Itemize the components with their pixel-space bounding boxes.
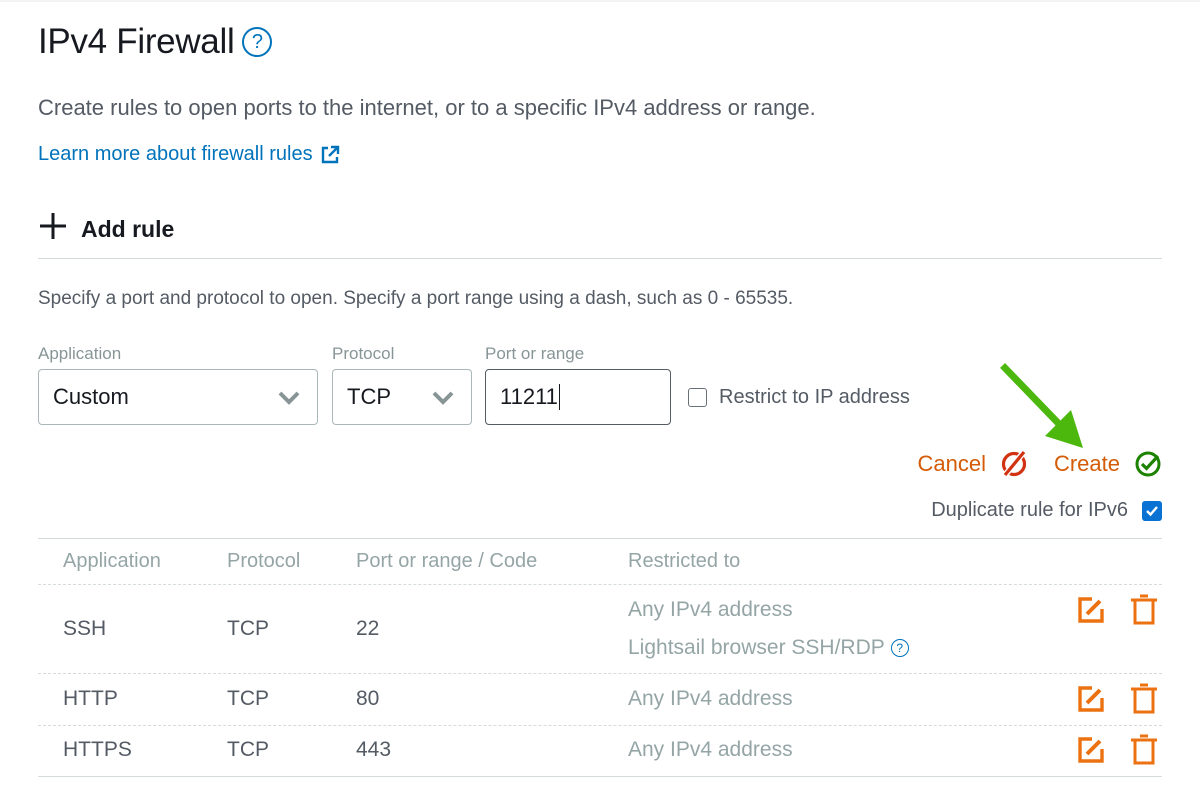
cell-restricted: Any IPv4 address bbox=[628, 687, 793, 710]
learn-more-link[interactable]: Learn more about firewall rules bbox=[38, 143, 340, 166]
cancel-button[interactable]: Cancel bbox=[917, 451, 985, 477]
checkbox-checked[interactable] bbox=[1142, 500, 1162, 521]
external-link-icon bbox=[321, 145, 339, 163]
section-header: IPv4 Firewall ? bbox=[38, 22, 273, 62]
add-rule-button[interactable]: Add rule bbox=[38, 211, 174, 247]
protocol-select[interactable]: TCP bbox=[332, 369, 472, 425]
edit-icon[interactable] bbox=[1076, 684, 1106, 714]
add-rule-label: Add rule bbox=[81, 215, 175, 242]
cancel-icon[interactable] bbox=[1000, 450, 1028, 478]
header-divider bbox=[38, 584, 1162, 585]
table-top-border bbox=[38, 538, 1162, 539]
column-header-protocol: Protocol bbox=[227, 550, 301, 572]
cell-protocol: TCP bbox=[227, 617, 269, 640]
application-select[interactable]: Custom bbox=[38, 369, 318, 425]
application-value: Custom bbox=[53, 384, 129, 409]
checkmark-icon bbox=[1146, 505, 1158, 516]
rule-instructions: Specify a port and protocol to open. Spe… bbox=[38, 288, 794, 309]
duplicate-ipv6-checkbox[interactable]: Duplicate rule for IPv6 bbox=[931, 499, 1162, 522]
browser-ssh-label: Lightsail browser SSH/RDP bbox=[628, 636, 885, 659]
protocol-value: TCP bbox=[347, 384, 391, 409]
protocol-label: Protocol bbox=[332, 344, 395, 363]
edit-icon[interactable] bbox=[1076, 595, 1106, 625]
port-label: Port or range bbox=[485, 344, 585, 363]
divider bbox=[38, 258, 1162, 259]
row-actions bbox=[1076, 734, 1158, 766]
delete-icon[interactable] bbox=[1130, 683, 1158, 715]
delete-icon[interactable] bbox=[1130, 594, 1158, 626]
duplicate-label: Duplicate rule for IPv6 bbox=[931, 499, 1128, 521]
restrict-label: Restrict to IP address bbox=[719, 386, 910, 408]
checkbox-unchecked[interactable] bbox=[688, 388, 707, 407]
cell-restricted: Any IPv4 address bbox=[628, 738, 793, 761]
chevron-down-icon bbox=[278, 391, 300, 405]
restrict-to-ip-checkbox[interactable]: Restrict to IP address bbox=[688, 386, 910, 409]
create-button[interactable]: Create bbox=[1054, 451, 1120, 477]
rule-actions: Cancel Create bbox=[917, 450, 1162, 478]
row-actions bbox=[1076, 594, 1158, 626]
cell-port: 443 bbox=[356, 738, 392, 761]
cell-port: 22 bbox=[356, 617, 380, 640]
column-header-restricted: Restricted to bbox=[628, 550, 741, 572]
row-divider bbox=[38, 725, 1162, 726]
application-label: Application bbox=[38, 344, 122, 363]
port-value: 11211 bbox=[500, 384, 558, 409]
row-divider bbox=[38, 673, 1162, 674]
cell-application: HTTPS bbox=[63, 738, 132, 761]
row-actions bbox=[1076, 683, 1158, 715]
check-circle-icon[interactable] bbox=[1134, 450, 1162, 478]
column-header-port: Port or range / Code bbox=[356, 550, 538, 572]
chevron-down-icon bbox=[432, 391, 454, 405]
cell-port: 80 bbox=[356, 687, 380, 710]
text-cursor bbox=[558, 384, 561, 410]
page-title: IPv4 Firewall bbox=[38, 22, 235, 61]
plus-icon bbox=[38, 211, 68, 247]
cell-application: SSH bbox=[63, 617, 107, 640]
delete-icon[interactable] bbox=[1130, 734, 1158, 766]
help-icon[interactable]: ? bbox=[890, 639, 909, 657]
table-bottom-border bbox=[38, 776, 1162, 777]
cell-restricted-extra: Lightsail browser SSH/RDP? bbox=[628, 636, 909, 660]
cell-protocol: TCP bbox=[227, 687, 269, 710]
column-header-application: Application bbox=[63, 550, 161, 572]
learn-more-label: Learn more about firewall rules bbox=[38, 143, 313, 165]
section-description: Create rules to open ports to the intern… bbox=[38, 95, 816, 120]
edit-icon[interactable] bbox=[1076, 735, 1106, 765]
cell-application: HTTP bbox=[63, 687, 118, 710]
cell-protocol: TCP bbox=[227, 738, 269, 761]
cell-restricted: Any IPv4 address bbox=[628, 598, 793, 621]
top-border bbox=[0, 0, 1200, 2]
help-icon[interactable]: ? bbox=[242, 27, 273, 57]
annotation-arrow-icon bbox=[1000, 363, 1083, 448]
port-input[interactable]: 11211 bbox=[485, 369, 671, 425]
